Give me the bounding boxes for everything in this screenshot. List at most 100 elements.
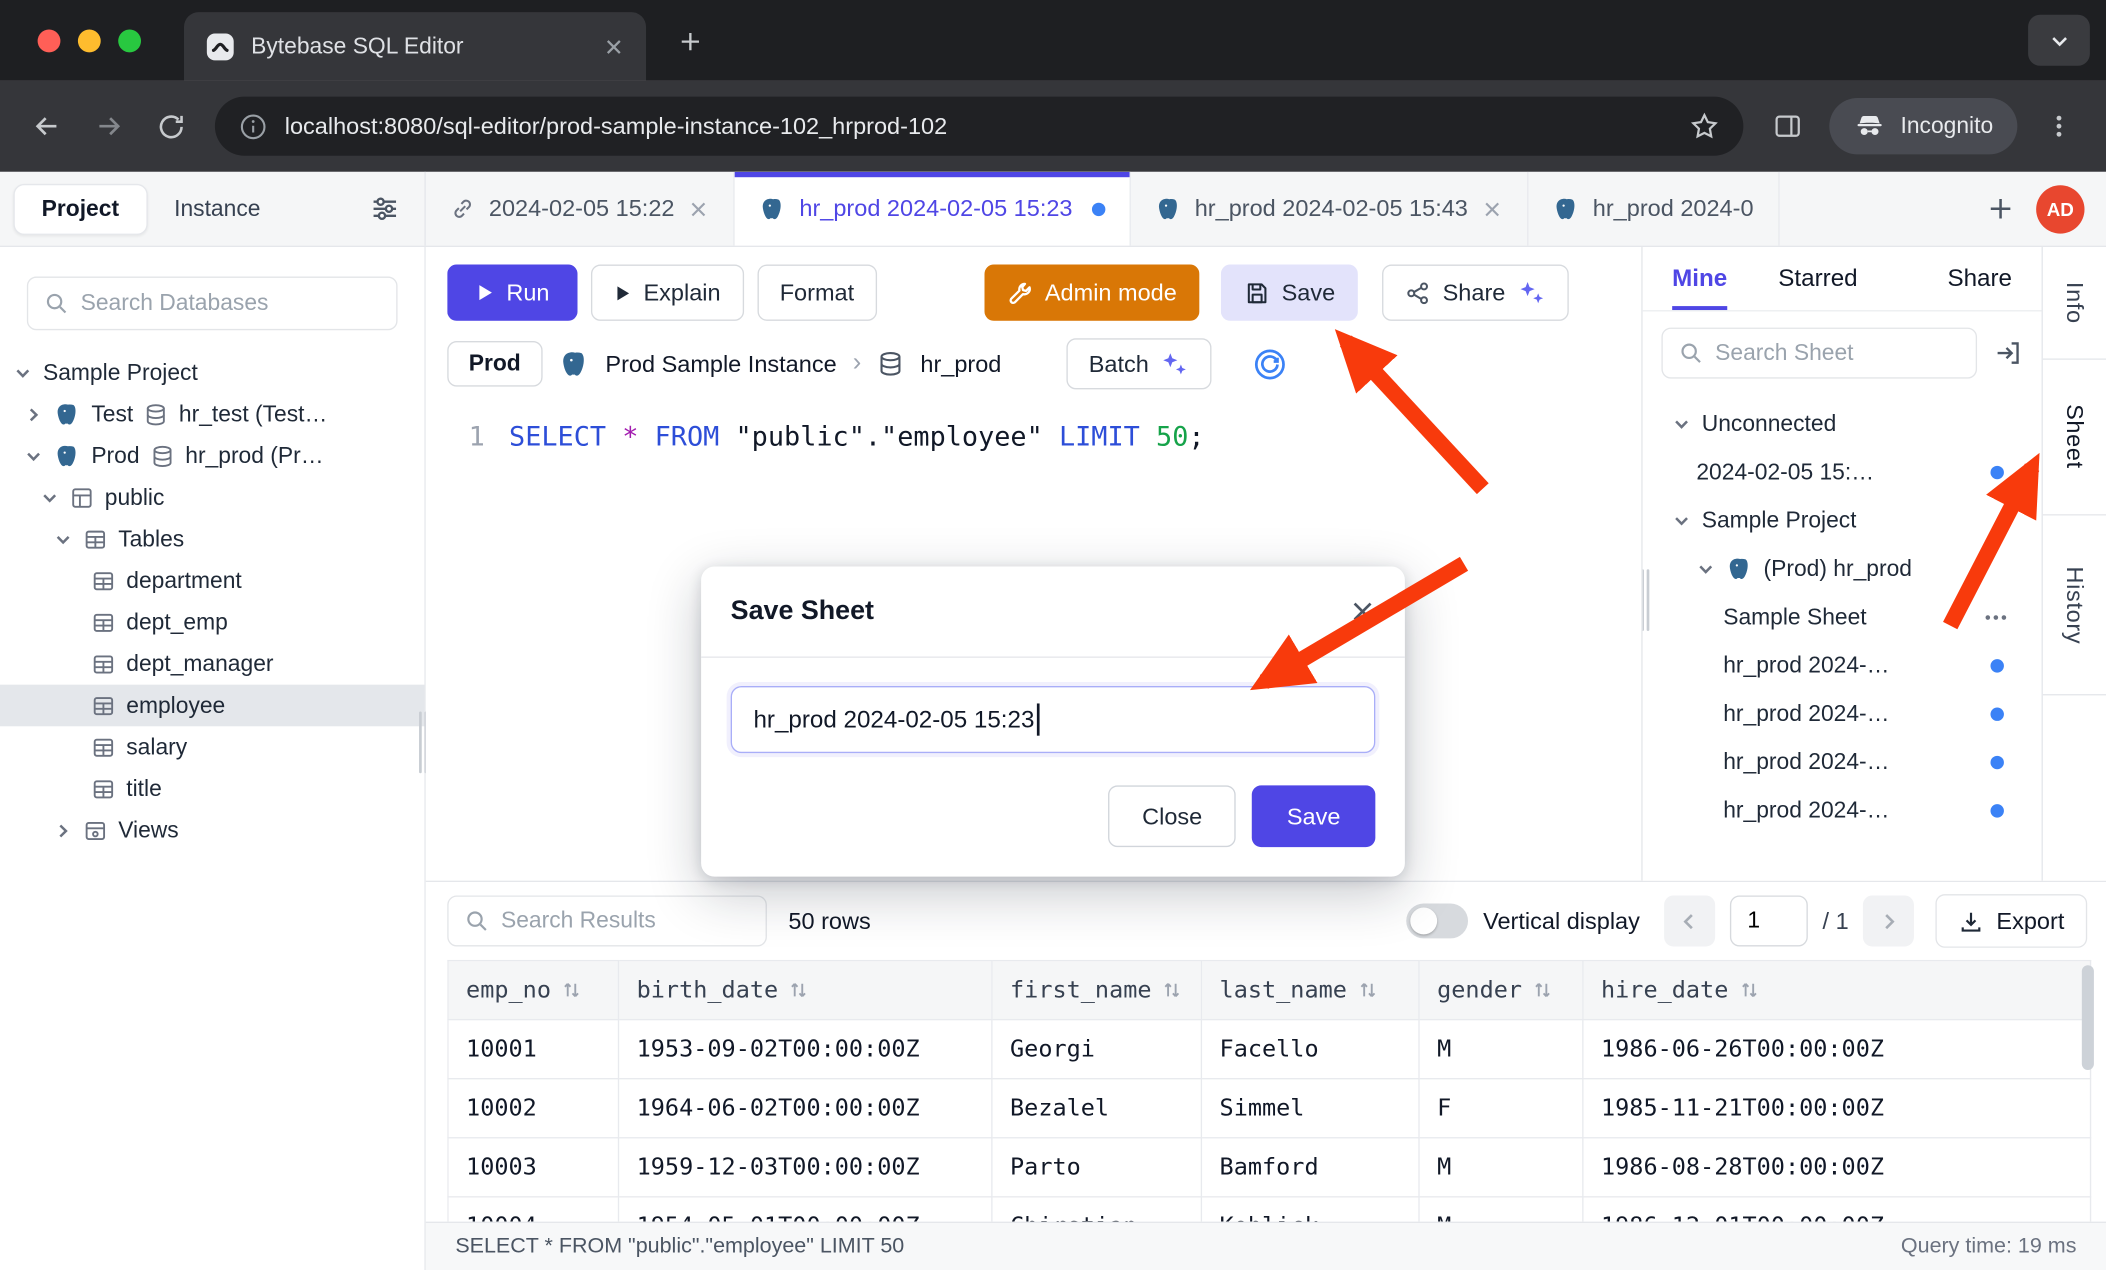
forward-icon[interactable] [81,98,137,154]
tree-item[interactable]: title [0,768,424,810]
sort-icon[interactable] [789,980,809,1000]
run-button[interactable]: Run [447,264,577,320]
close-tab-icon[interactable] [603,36,624,57]
sql-code-area[interactable]: 1 SELECT * FROM "public"."employee" LIMI… [447,416,1641,456]
tree-item[interactable]: dept_manager [0,643,424,685]
column-header[interactable]: emp_no [448,961,619,1020]
chevron-right-icon[interactable] [54,821,73,840]
database-search[interactable] [27,277,398,331]
url-text[interactable]: localhost:8080/sql-editor/prod-sample-in… [285,112,947,140]
sheet-name-input[interactable]: hr_prod 2024-02-05 15:23 [731,686,1376,753]
new-sheet-icon[interactable] [1965,172,2036,246]
zoom-window-button[interactable] [118,30,141,53]
browser-menu-icon[interactable] [2031,98,2087,154]
results-search[interactable] [447,895,767,946]
tree-item[interactable]: Views [0,810,424,852]
tree-item[interactable]: Tables [0,518,424,560]
page-input[interactable] [1730,895,1808,946]
close-tab-icon[interactable] [688,198,709,219]
column-header[interactable]: first_name [992,961,1202,1020]
tree-item[interactable]: department [0,560,424,602]
tab-info[interactable]: Info [2043,247,2106,360]
more-actions-icon[interactable] [1982,604,2009,631]
results-search-input[interactable] [501,908,749,935]
column-header[interactable]: last_name [1201,961,1419,1020]
save-button[interactable]: Save [1221,264,1358,320]
editor-tab[interactable]: hr_prod 2024-02-05 15:43 [1130,172,1528,246]
sheet-item[interactable]: Sample Project [1643,497,2042,545]
environment-chip[interactable]: Prod [447,341,542,387]
sheet-item[interactable]: hr_prod 2024-… [1643,690,2042,738]
editor-tab[interactable]: 2024-02-05 15:22 [426,172,735,246]
chevron-down-icon[interactable] [13,363,32,382]
export-button[interactable]: Export [1936,894,2087,948]
close-window-button[interactable] [38,30,61,53]
sheet-item[interactable]: Unconnected [1643,400,2042,448]
sheet-item[interactable]: (Prod) hr_prod [1643,545,2042,593]
close-tab-icon[interactable] [1481,198,1502,219]
sheet-search[interactable] [1661,328,1977,379]
sort-icon[interactable] [1533,980,1553,1000]
tree-item[interactable]: salary [0,726,424,768]
editor-tab[interactable]: hr_prod 2024-02-05 15:23 [735,172,1130,246]
format-button[interactable]: Format [757,264,877,320]
explain-button[interactable]: Explain [591,264,743,320]
sheet-item[interactable]: 2024-02-05 15:… [1643,448,2042,496]
next-page-icon[interactable] [1863,895,1914,946]
side-panel-icon[interactable] [1759,98,1815,154]
tab-search-chevron-icon[interactable] [2028,15,2090,66]
sort-icon[interactable] [1358,980,1378,1000]
collapse-panel-icon[interactable] [1993,338,2023,368]
project-tab-button[interactable]: Project [13,183,147,234]
chevron-down-icon[interactable] [1672,415,1691,434]
tab-share[interactable]: Share [1947,247,2012,310]
sheet-search-input[interactable] [1715,340,1959,367]
tree-item[interactable]: Sample Project [0,352,424,394]
sort-icon[interactable] [1162,980,1182,1000]
reload-icon[interactable] [142,98,198,154]
results-scrollbar[interactable] [2082,965,2094,1070]
tree-item[interactable]: employee [0,685,424,727]
chevron-down-icon[interactable] [54,530,73,549]
table-row[interactable]: 100041954-05-01T00:00:00ZChirstianKoblic… [448,1197,2091,1222]
prev-page-icon[interactable] [1664,895,1715,946]
new-tab-icon[interactable] [669,20,712,63]
sheet-item[interactable]: hr_prod 2024-… [1643,738,2042,786]
panel-resize-handle[interactable] [1641,569,1650,631]
database-search-input[interactable] [81,290,381,317]
minimize-window-button[interactable] [78,30,101,53]
batch-button[interactable]: Batch [1066,338,1212,389]
sheet-item[interactable]: hr_prod 2024-… [1643,787,2042,835]
chevron-down-icon[interactable] [1672,511,1691,530]
dialog-close-button[interactable]: Close [1109,785,1236,847]
tree-item[interactable]: public [0,477,424,519]
column-header[interactable]: birth_date [619,961,992,1020]
sort-icon[interactable] [562,980,582,1000]
share-button[interactable]: Share [1382,264,1568,320]
column-header[interactable]: gender [1419,961,1583,1020]
tree-item[interactable]: dept_emp [0,601,424,643]
vertical-display-toggle[interactable] [1407,903,1469,938]
sort-icon[interactable] [1739,980,1759,1000]
sheet-item[interactable]: hr_prod 2024-… [1643,642,2042,690]
chevron-right-icon[interactable] [24,405,43,424]
bookmark-star-icon[interactable] [1690,111,1720,141]
url-bar[interactable]: localhost:8080/sql-editor/prod-sample-in… [215,97,1743,156]
chevron-down-icon[interactable] [40,488,59,507]
dialog-save-button[interactable]: Save [1252,785,1375,847]
tree-item[interactable]: Testhr_test (Test… [0,393,424,435]
column-header[interactable]: hire_date [1583,961,2091,1020]
admin-mode-button[interactable]: Admin mode [984,264,1199,320]
chevron-down-icon[interactable] [1696,560,1715,579]
tab-mine[interactable]: Mine [1672,247,1727,310]
database-name[interactable]: hr_prod [920,350,1001,378]
tab-history[interactable]: History [2043,516,2106,696]
instance-name[interactable]: Prod Sample Instance [605,350,836,378]
site-info-icon[interactable] [239,112,267,140]
sheet-item[interactable]: Sample Sheet [1643,593,2042,641]
chevron-down-icon[interactable] [24,446,43,465]
table-row[interactable]: 100011953-09-02T00:00:00ZGeorgiFacelloM1… [448,1020,2091,1079]
editor-tab[interactable]: hr_prod 2024-0 [1528,172,1779,246]
tab-sheet[interactable]: Sheet [2043,360,2106,516]
back-icon[interactable] [19,98,75,154]
